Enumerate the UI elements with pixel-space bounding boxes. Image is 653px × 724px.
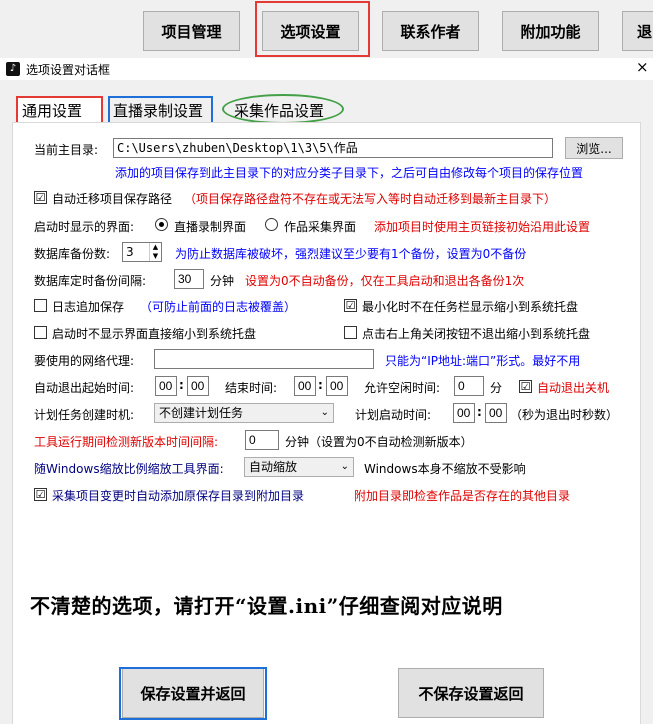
- app-icon: ♪: [6, 62, 20, 76]
- auto-migrate-label: 自动迁移项目保存路径: [52, 192, 173, 206]
- main-dir-label: 当前主目录:: [34, 143, 99, 157]
- settings-ini-notice: 不清楚的选项，请打开“设置.ini”仔细查阅对应说明: [30, 594, 503, 618]
- main-toolbar: 项目管理 选项设置 联系作者 附加功能 退: [0, 0, 653, 58]
- exit-button[interactable]: 退: [622, 11, 653, 51]
- task-start-hint: （秒为退出时秒数）: [510, 408, 619, 422]
- task-timing-label: 计划任务创建时机:: [34, 408, 135, 422]
- end-time-hour[interactable]: 00: [294, 376, 316, 396]
- startup-tray-checkbox[interactable]: [34, 326, 47, 339]
- dialog-titlebar: ♪ 选项设置对话框 ×: [0, 58, 653, 80]
- db-backup-value: 3: [126, 245, 134, 259]
- time-colon: :: [477, 405, 482, 419]
- log-append-checkbox[interactable]: [34, 299, 47, 312]
- auto-exit-start-label: 自动退出起始时间:: [34, 381, 135, 395]
- scale-value: 自动缩放: [249, 460, 298, 474]
- startup-view-hint: 添加项目时使用主页链接初始沿用此设置: [374, 220, 591, 234]
- task-start-hour[interactable]: 00: [453, 403, 475, 423]
- db-backup-stepper[interactable]: 3 ▲ ▼: [122, 242, 162, 262]
- db-backup-hint: 为防止数据库被破坏，强烈建议至少要有1个备份，设置为0不备份: [175, 247, 527, 261]
- startup-live-label: 直播录制界面: [174, 220, 247, 234]
- attach-dir-checkbox[interactable]: ☑: [34, 488, 47, 501]
- log-append-label: 日志追加保存: [52, 300, 125, 314]
- task-start-minute[interactable]: 00: [485, 403, 507, 423]
- close-tray-checkbox[interactable]: [344, 326, 357, 339]
- task-timing-value: 不创建计划任务: [159, 406, 244, 420]
- task-timing-select[interactable]: 不创建计划任务 ⌄: [154, 403, 334, 423]
- general-settings-panel: [12, 122, 641, 724]
- scale-select[interactable]: 自动缩放 ⌄: [244, 457, 354, 477]
- auto-migrate-hint: （项目保存路径盘符不存在或无法写入等时自动迁移到最新主目录下）: [184, 192, 557, 206]
- tab-general[interactable]: 通用设置: [18, 98, 102, 122]
- idle-time-unit: 分: [490, 381, 503, 395]
- update-check-hint: 分钟（设置为0不自动检测新版本）: [285, 435, 473, 449]
- main-dir-hint: 添加的项目保存到此主目录下的对应分类子目录下，之后可自由修改每个项目的保存位置: [115, 166, 584, 180]
- discard-and-return-button[interactable]: 不保存设置返回: [398, 668, 544, 718]
- attach-dir-hint: 附加目录即检查作品是否存在的其他目录: [354, 489, 571, 503]
- browse-button[interactable]: 浏览...: [565, 137, 623, 159]
- contact-author-button[interactable]: 联系作者: [382, 11, 479, 51]
- log-append-hint: （可防止前面的日志被覆盖）: [140, 300, 297, 314]
- dialog-title: 选项设置对话框: [26, 63, 111, 77]
- extra-functions-button[interactable]: 附加功能: [502, 11, 599, 51]
- auto-shutdown-checkbox[interactable]: ☑: [519, 380, 532, 393]
- proxy-input[interactable]: [154, 349, 374, 369]
- startup-tray-label: 启动时不显示界面直接缩小到系统托盘: [52, 327, 257, 341]
- startup-view-label: 启动时显示的界面:: [34, 220, 135, 234]
- task-start-label: 计划启动时间:: [355, 408, 432, 422]
- chevron-down-icon: ⌄: [340, 461, 349, 472]
- auto-shutdown-label: 自动退出关机: [537, 381, 610, 395]
- tab-collect-works[interactable]: 采集作品设置: [232, 98, 342, 122]
- db-interval-label: 数据库定时备份间隔:: [34, 274, 147, 288]
- idle-time-input[interactable]: 0: [454, 376, 484, 396]
- main-dir-input[interactable]: C:\Users\zhuben\Desktop\1\3\5\作品: [113, 138, 553, 158]
- db-interval-unit: 分钟: [210, 274, 235, 288]
- auto-migrate-checkbox[interactable]: ☑: [34, 191, 47, 204]
- db-interval-hint: 设置为0不自动备份，仅在工具启动和退出各备份1次: [245, 274, 525, 288]
- scale-label: 随Windows缩放比例缩放工具界面:: [34, 462, 224, 476]
- save-and-return-button[interactable]: 保存设置并返回: [122, 668, 264, 718]
- proxy-label: 要使用的网络代理:: [34, 354, 135, 368]
- tab-live-recording[interactable]: 直播录制设置: [110, 98, 210, 122]
- proxy-hint: 只能为“IP地址:端口”形式。最好不用: [385, 354, 581, 368]
- close-icon[interactable]: ×: [636, 58, 649, 76]
- time-colon: :: [318, 378, 323, 392]
- db-interval-input[interactable]: 30: [174, 269, 204, 289]
- idle-time-label: 允许空闲时间:: [364, 381, 441, 395]
- update-check-label: 工具运行期间检测新版本时间间隔:: [34, 435, 219, 449]
- minimize-tray-checkbox[interactable]: ☑: [344, 299, 357, 312]
- startup-collect-radio[interactable]: [265, 218, 278, 231]
- minimize-tray-label: 最小化时不在任务栏显示缩小到系统托盘: [362, 300, 579, 314]
- options-settings-button[interactable]: 选项设置: [262, 11, 359, 51]
- chevron-down-icon: ⌄: [320, 407, 329, 418]
- project-manage-button[interactable]: 项目管理: [143, 11, 240, 51]
- close-tray-label: 点击右上角关闭按钮不退出缩小到系统托盘: [362, 327, 591, 341]
- scale-hint: Windows本身不缩放不受影响: [364, 462, 526, 476]
- startup-live-radio[interactable]: [155, 218, 168, 231]
- auto-exit-start-minute[interactable]: 00: [187, 376, 209, 396]
- spin-arrows-icon[interactable]: ▲ ▼: [149, 243, 161, 261]
- end-time-label: 结束时间:: [225, 381, 278, 395]
- update-check-input[interactable]: 0: [245, 430, 279, 450]
- startup-collect-label: 作品采集界面: [284, 220, 357, 234]
- end-time-minute[interactable]: 00: [326, 376, 348, 396]
- attach-dir-label: 采集项目变更时自动添加原保存目录到附加目录: [52, 489, 305, 503]
- auto-exit-start-hour[interactable]: 00: [155, 376, 177, 396]
- time-colon: :: [179, 378, 184, 392]
- db-backup-label: 数据库备份数:: [34, 247, 111, 261]
